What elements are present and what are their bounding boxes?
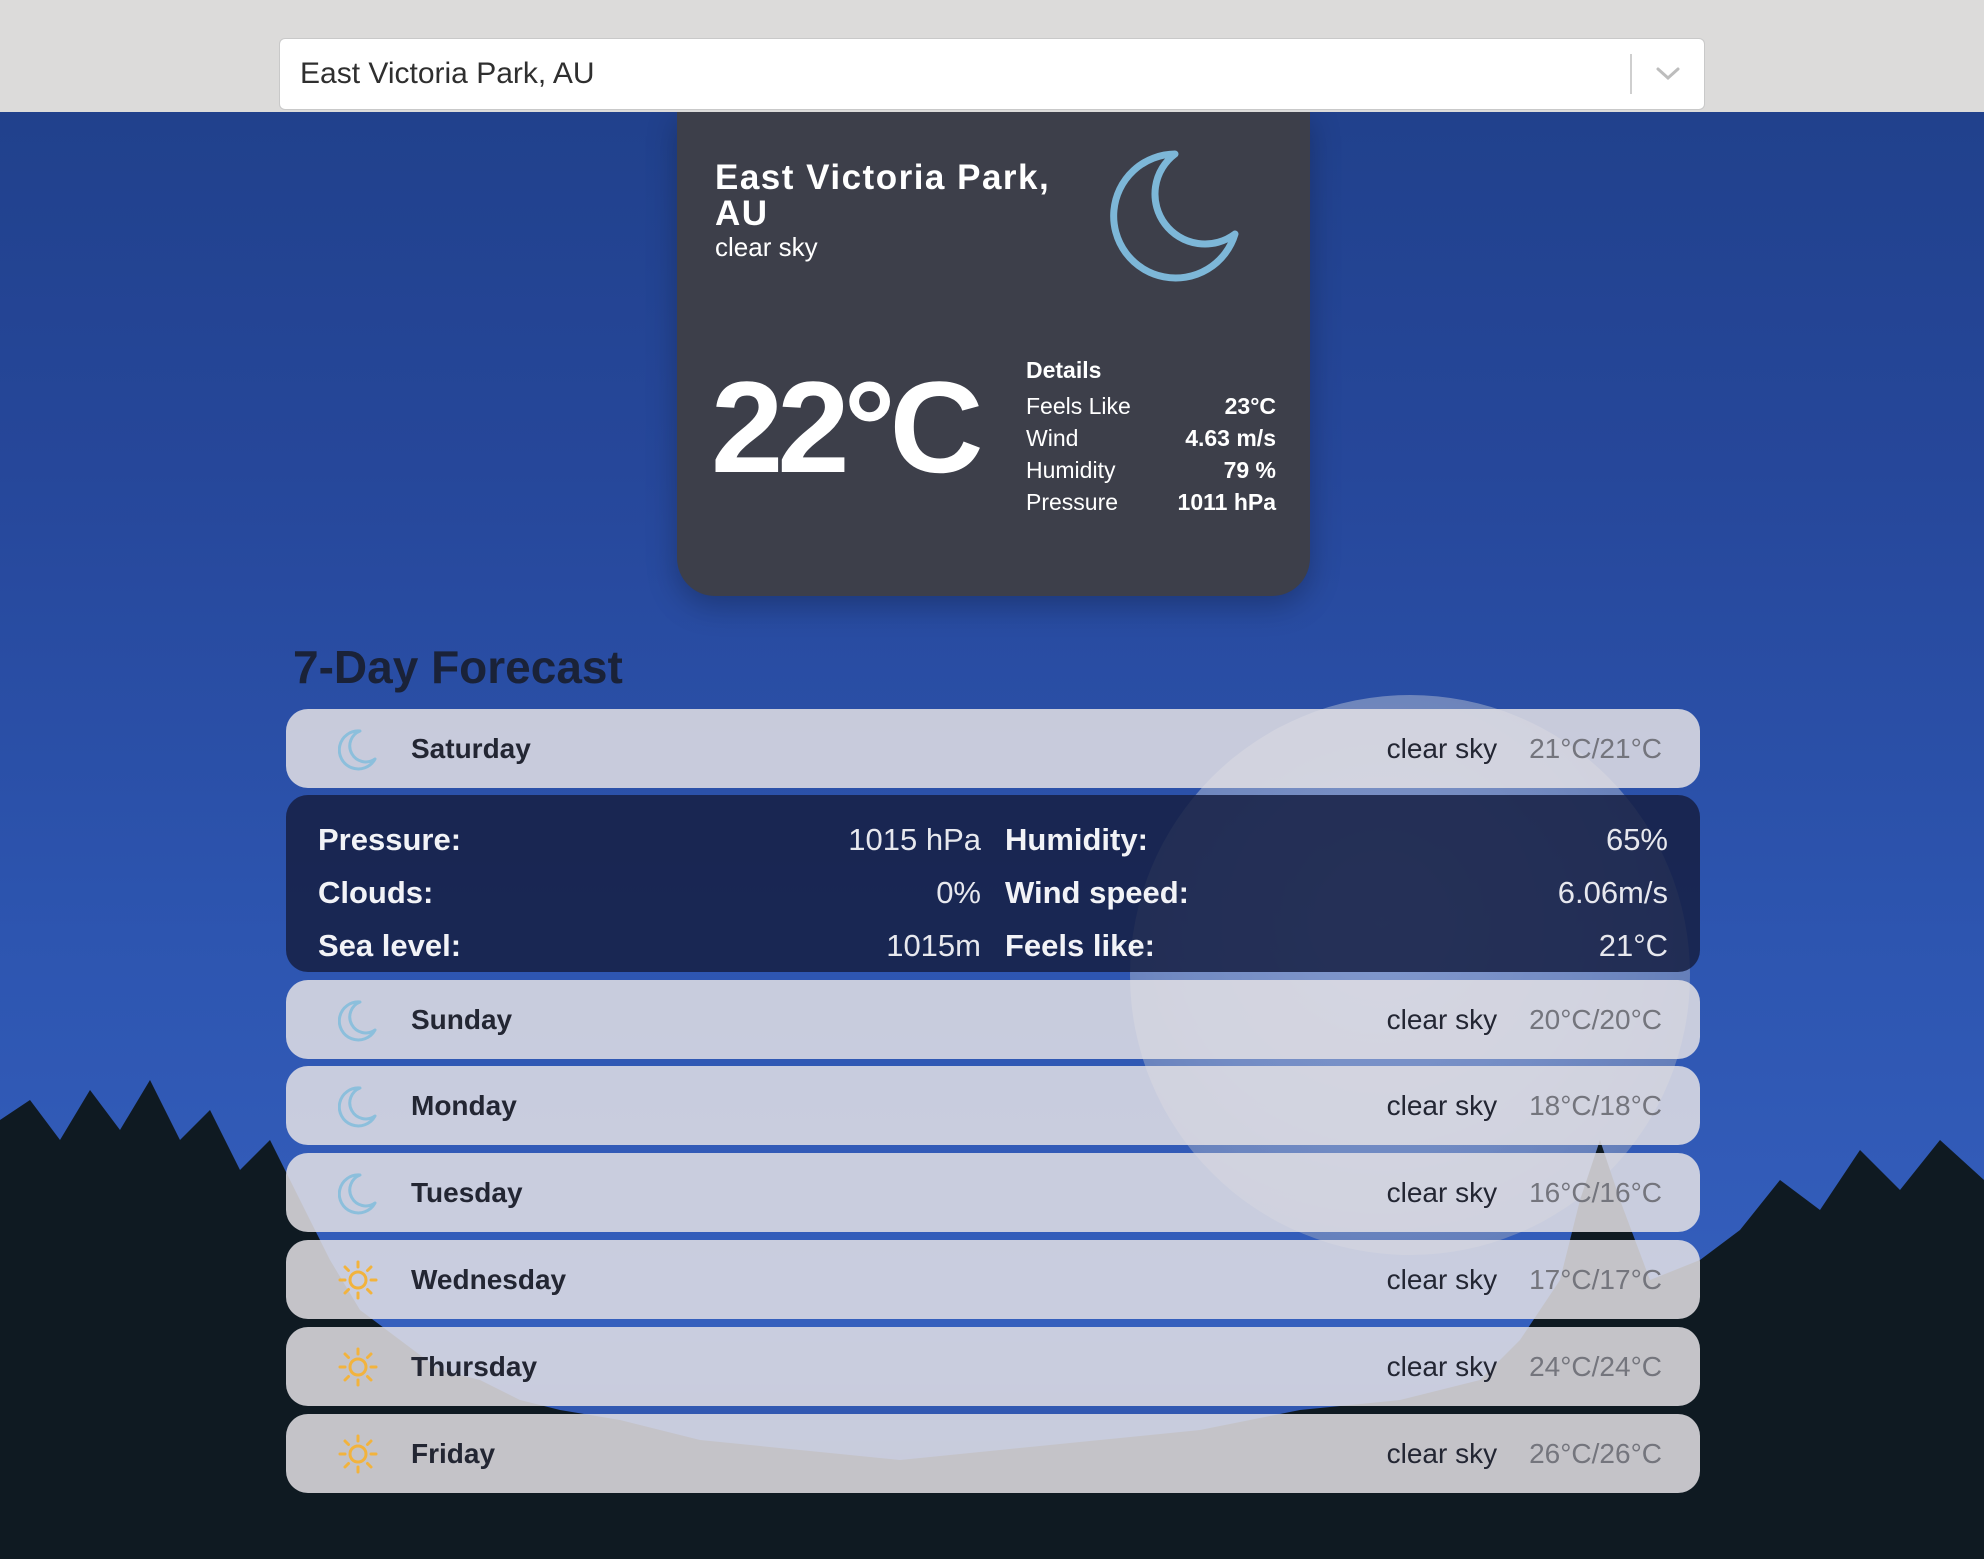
chevron-down-icon[interactable] [1632,66,1704,82]
panel-value: 0% [936,875,981,910]
forecast-temp: 17°C/17°C [1529,1263,1662,1295]
detail-row-feels-like: Feels Like 23°C [1026,390,1276,422]
detail-row-pressure: Pressure 1011 hPa [1026,486,1276,518]
moon-icon [333,995,383,1045]
panel-item-feels-like: Feels like: 21°C [1005,919,1668,972]
moon-icon [333,1081,383,1131]
forecast-temp: 18°C/18°C [1529,1089,1662,1121]
detail-row-humidity: Humidity 79 % [1026,454,1276,486]
forecast-row-thursday[interactable]: Thursday clear sky 24°C/24°C [286,1327,1700,1406]
current-weather-card: East Victoria Park, AU clear sky 22°C De… [677,112,1310,596]
forecast-description: clear sky [1386,1263,1498,1295]
detail-value: 1011 hPa [1177,489,1276,515]
details-title: Details [1026,357,1102,383]
location-select[interactable]: East Victoria Park, AU [279,38,1705,110]
panel-label: Clouds: [318,875,434,910]
location-select-value: East Victoria Park, AU [300,57,595,90]
panel-label: Feels like: [1005,928,1155,963]
panel-item-sea-level: Sea level: 1015m [318,919,981,972]
detail-value: 79 % [1223,457,1276,483]
detail-label: Pressure [1026,489,1119,515]
forecast-row-friday[interactable]: Friday clear sky 26°C/26°C [286,1414,1700,1493]
detail-value: 4.63 m/s [1185,425,1276,451]
panel-value: 65% [1605,822,1668,857]
panel-item-humidity: Humidity: 65% [1005,813,1668,866]
forecast-row-saturday[interactable]: Saturday clear sky 21°C/21°C [286,709,1700,788]
sun-icon [333,1255,383,1305]
forecast-temp: 24°C/24°C [1529,1350,1662,1382]
current-city: East Victoria Park, AU [715,158,1051,233]
panel-label: Wind speed: [1005,875,1190,910]
forecast-temp: 26°C/26°C [1529,1437,1662,1469]
forecast-day: Thursday [411,1350,538,1382]
forecast-row-sunday[interactable]: Sunday clear sky 20°C/20°C [286,980,1700,1059]
forecast-row-wednesday[interactable]: Wednesday clear sky 17°C/17°C [286,1240,1700,1319]
forecast-day: Wednesday [411,1263,567,1295]
current-description: clear sky [715,232,818,262]
detail-row-wind: Wind 4.63 m/s [1026,422,1276,454]
forecast-temp: 20°C/20°C [1529,1003,1662,1035]
forecast-description: clear sky [1386,1437,1498,1469]
sun-icon [333,1429,383,1479]
current-temperature: 22°C [711,354,983,500]
moon-icon [1097,142,1247,297]
panel-item-clouds: Clouds: 0% [318,866,981,919]
forecast-description: clear sky [1386,1003,1498,1035]
forecast-title: 7-Day Forecast [293,641,623,693]
panel-label: Humidity: [1005,822,1148,857]
forecast-description: clear sky [1386,1089,1498,1121]
panel-value: 1015m [886,928,981,963]
details-panel: Details Feels Like 23°C Wind 4.63 m/s Hu… [1026,357,1276,518]
sun-icon [333,1342,383,1392]
detail-value: 23°C [1224,393,1276,419]
moon-icon [333,1168,383,1218]
forecast-description: clear sky [1386,1350,1498,1382]
panel-label: Sea level: [318,928,462,963]
moon-icon [333,724,383,774]
forecast-temp: 16°C/16°C [1529,1176,1662,1208]
panel-value: 1015 hPa [848,822,981,857]
detail-label: Feels Like [1026,393,1131,419]
forecast-day: Saturday [411,732,531,764]
panel-item-pressure: Pressure: 1015 hPa [318,813,981,866]
top-bar: East Victoria Park, AU [0,0,1984,112]
forecast-temp: 21°C/21°C [1529,732,1662,764]
forecast-day: Friday [411,1437,496,1469]
panel-item-wind-speed: Wind speed: 6.06m/s [1005,866,1668,919]
forecast-description: clear sky [1386,732,1498,764]
panel-value: 21°C [1598,928,1668,963]
forecast-day: Sunday [411,1003,513,1035]
forecast-row-monday[interactable]: Monday clear sky 18°C/18°C [286,1066,1700,1145]
detail-label: Humidity [1026,457,1116,483]
forecast-description: clear sky [1386,1176,1498,1208]
forecast-day: Tuesday [411,1176,523,1208]
panel-value: 6.06m/s [1557,875,1668,910]
detail-label: Wind [1026,425,1079,451]
forecast-row-tuesday[interactable]: Tuesday clear sky 16°C/16°C [286,1153,1700,1232]
forecast-day: Monday [411,1089,517,1121]
forecast-expanded-details: Pressure: 1015 hPa Humidity: 65% Clouds:… [286,795,1700,972]
panel-label: Pressure: [318,822,462,857]
